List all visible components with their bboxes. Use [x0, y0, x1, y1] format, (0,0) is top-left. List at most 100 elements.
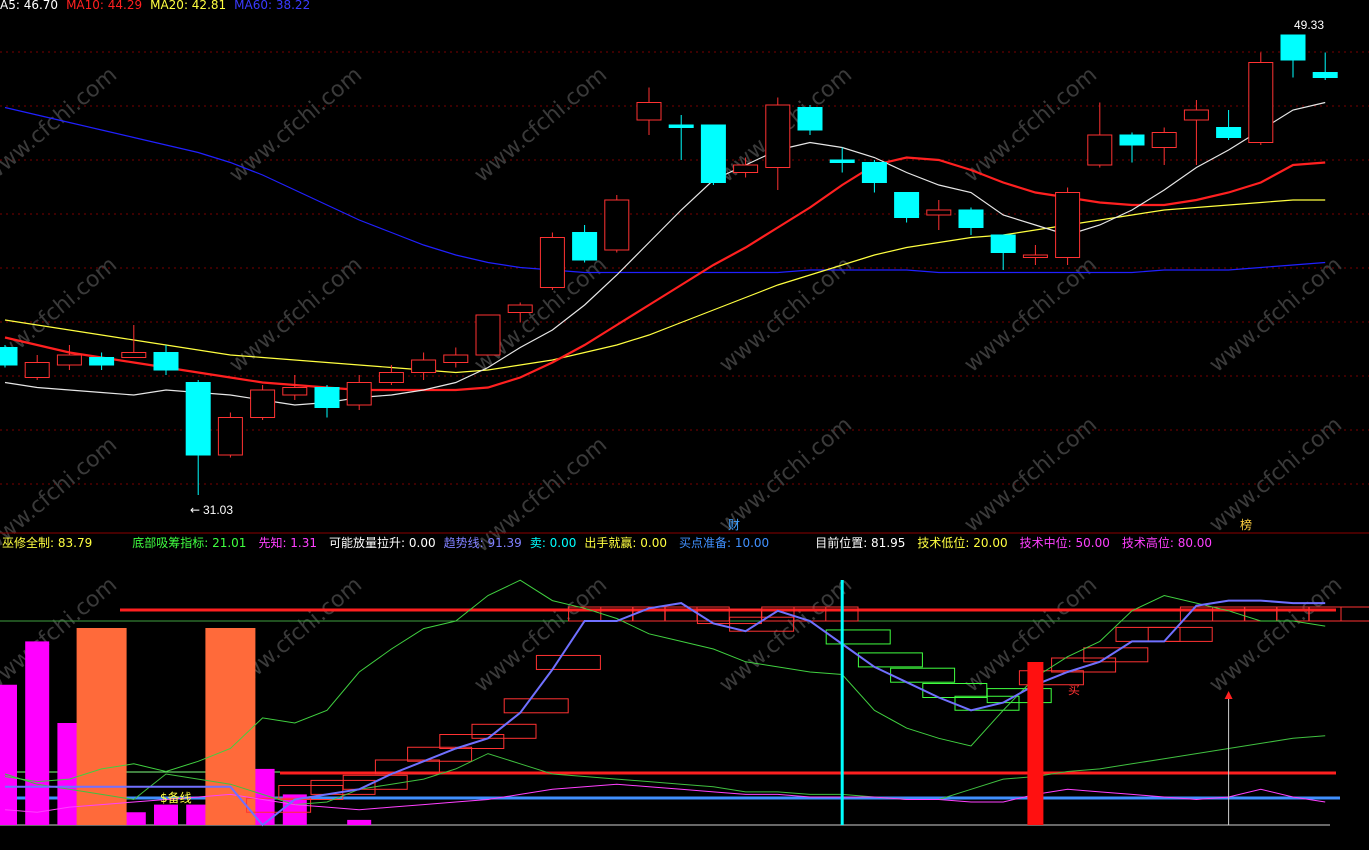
step-box	[857, 652, 923, 668]
ma10-line	[4, 156, 1326, 392]
candle-body	[797, 107, 823, 131]
trend-line	[5, 599, 1326, 827]
indicator-legend-item: 趋势线: 91.39	[443, 536, 522, 550]
indicator-legend-item: 技术中位: 50.00	[1019, 536, 1110, 550]
watermark-text: www.cfchi.com	[715, 252, 857, 377]
candle-body	[346, 382, 372, 406]
candle-body	[153, 352, 179, 371]
candle-body	[636, 102, 662, 121]
candle-body	[475, 314, 501, 356]
candle-body	[411, 359, 437, 373]
indicator-legend-item: 底部吸筹指标: 21.01	[132, 536, 247, 550]
candle-body	[217, 417, 243, 456]
indicator-panel	[0, 579, 1369, 827]
bei-line-label: $备线	[160, 791, 192, 805]
candle-body	[861, 162, 887, 183]
candle-body	[572, 232, 598, 261]
candle-body	[668, 124, 694, 128]
min-price-label: 31.03	[203, 503, 233, 517]
candle-body	[443, 354, 469, 363]
candle-body	[1119, 134, 1145, 146]
candle-body	[539, 237, 565, 288]
indicator-legend-item: 先知: 1.31	[258, 536, 318, 550]
candle-body	[24, 362, 50, 378]
candle-body	[1216, 127, 1242, 138]
candle-body	[926, 209, 952, 216]
indicator-labels: $备线 买	[160, 683, 1080, 805]
watermark-text: www.cfchi.com	[1205, 572, 1347, 697]
candle-body	[185, 382, 211, 456]
magenta-bar	[154, 804, 178, 825]
candle-body	[1151, 132, 1177, 148]
candle-body	[894, 192, 920, 218]
candle-body	[1087, 134, 1113, 166]
max-price-label: 49.33	[1294, 18, 1324, 32]
indicator-legend-item: 出手就赢: 0.00	[584, 536, 667, 550]
ma5-line	[4, 101, 1326, 406]
step-box	[825, 629, 891, 645]
watermarks: www.cfchi.com www.cfchi.com www.cfchi.com w…	[0, 62, 1347, 697]
ma5-path	[4, 101, 1326, 406]
watermark-text: www.cfchi.com	[960, 412, 1102, 537]
buy-signal-label: 买	[1068, 683, 1080, 697]
top-legend-item: MA20: 42.81	[150, 0, 227, 12]
watermark-text: www.cfchi.com	[470, 572, 612, 697]
watermark-text: www.cfchi.com	[1205, 252, 1347, 377]
candle-body	[700, 124, 726, 183]
indicator-legend-item: 买点准备: 10.00	[678, 536, 770, 550]
candle-body	[250, 389, 276, 418]
candle-body	[1055, 192, 1081, 258]
step-box	[503, 698, 569, 714]
candle-body	[765, 104, 791, 168]
indicator-legend-item: 可能放量拉升: 0.00	[329, 536, 436, 550]
candle-body	[1022, 254, 1048, 258]
min-price-arrow: ←	[190, 503, 200, 517]
watermark-text: www.cfchi.com	[960, 62, 1102, 187]
candle-body	[1312, 72, 1338, 78]
candle-body	[507, 304, 533, 313]
indicator-legend: 巫修全制: 83.79 底部吸筹指标: 21.01 先知: 1.31 可能放量拉升: …	[2, 534, 1212, 551]
indicator-legend-item: 技术低位: 20.00	[917, 536, 1008, 550]
candle-body	[1248, 62, 1274, 143]
candle-body	[121, 352, 147, 358]
candle-body	[1183, 109, 1209, 121]
candle-body	[282, 387, 308, 396]
ma10-path	[4, 156, 1326, 392]
buy-signal-bar	[1027, 662, 1044, 825]
candlesticks	[0, 34, 1338, 495]
candle-body	[56, 354, 82, 366]
candle-body	[990, 234, 1016, 253]
candle-body	[1280, 34, 1306, 61]
magenta-bar	[347, 819, 372, 825]
event-marker-cai[interactable]: 财	[728, 518, 740, 532]
indicator-legend-item: 目前位置: 81.95	[815, 536, 906, 550]
stock-chart[interactable]: www.cfchi.com www.cfchi.com www.cfchi.com w…	[0, 0, 1369, 850]
indicator-legend-item: 巫修全制: 83.79	[2, 536, 93, 550]
top-legend: A5: 46.70 MA10: 44.29 MA20: 42.81 MA60: 38.…	[0, 0, 310, 12]
candle-body	[89, 357, 115, 366]
watermark-text: www.cfchi.com	[1205, 412, 1347, 537]
top-legend-item: A5: 46.70	[0, 0, 59, 12]
indicator-legend-item: 卖: 0.00	[529, 536, 577, 550]
candle-body	[314, 387, 340, 408]
indicator-legend-item: 技术高位: 80.00	[1121, 536, 1213, 550]
candle-body	[958, 209, 984, 228]
candle-body	[829, 159, 855, 163]
watermark-text: www.cfchi.com	[225, 252, 367, 377]
top-legend-item: MA60: 38.22	[234, 0, 311, 12]
watermark-text: www.cfchi.com	[960, 252, 1102, 377]
candle-body	[0, 347, 18, 366]
candle-body	[378, 372, 404, 383]
event-marker-bang[interactable]: 榜	[1240, 517, 1252, 532]
candle-body	[733, 164, 759, 173]
ma60-line	[4, 106, 1326, 274]
top-legend-item: MA10: 44.29	[66, 0, 143, 12]
magenta-bar	[0, 684, 17, 825]
watermark-text: www.cfchi.com	[715, 572, 857, 697]
magenta-bar	[25, 641, 50, 825]
ma60-path	[4, 106, 1326, 274]
watermark-text: www.cfchi.com	[470, 62, 612, 187]
watermark-text: www.cfchi.com	[0, 62, 122, 187]
step-box	[535, 654, 601, 670]
orange-bar	[76, 628, 127, 825]
